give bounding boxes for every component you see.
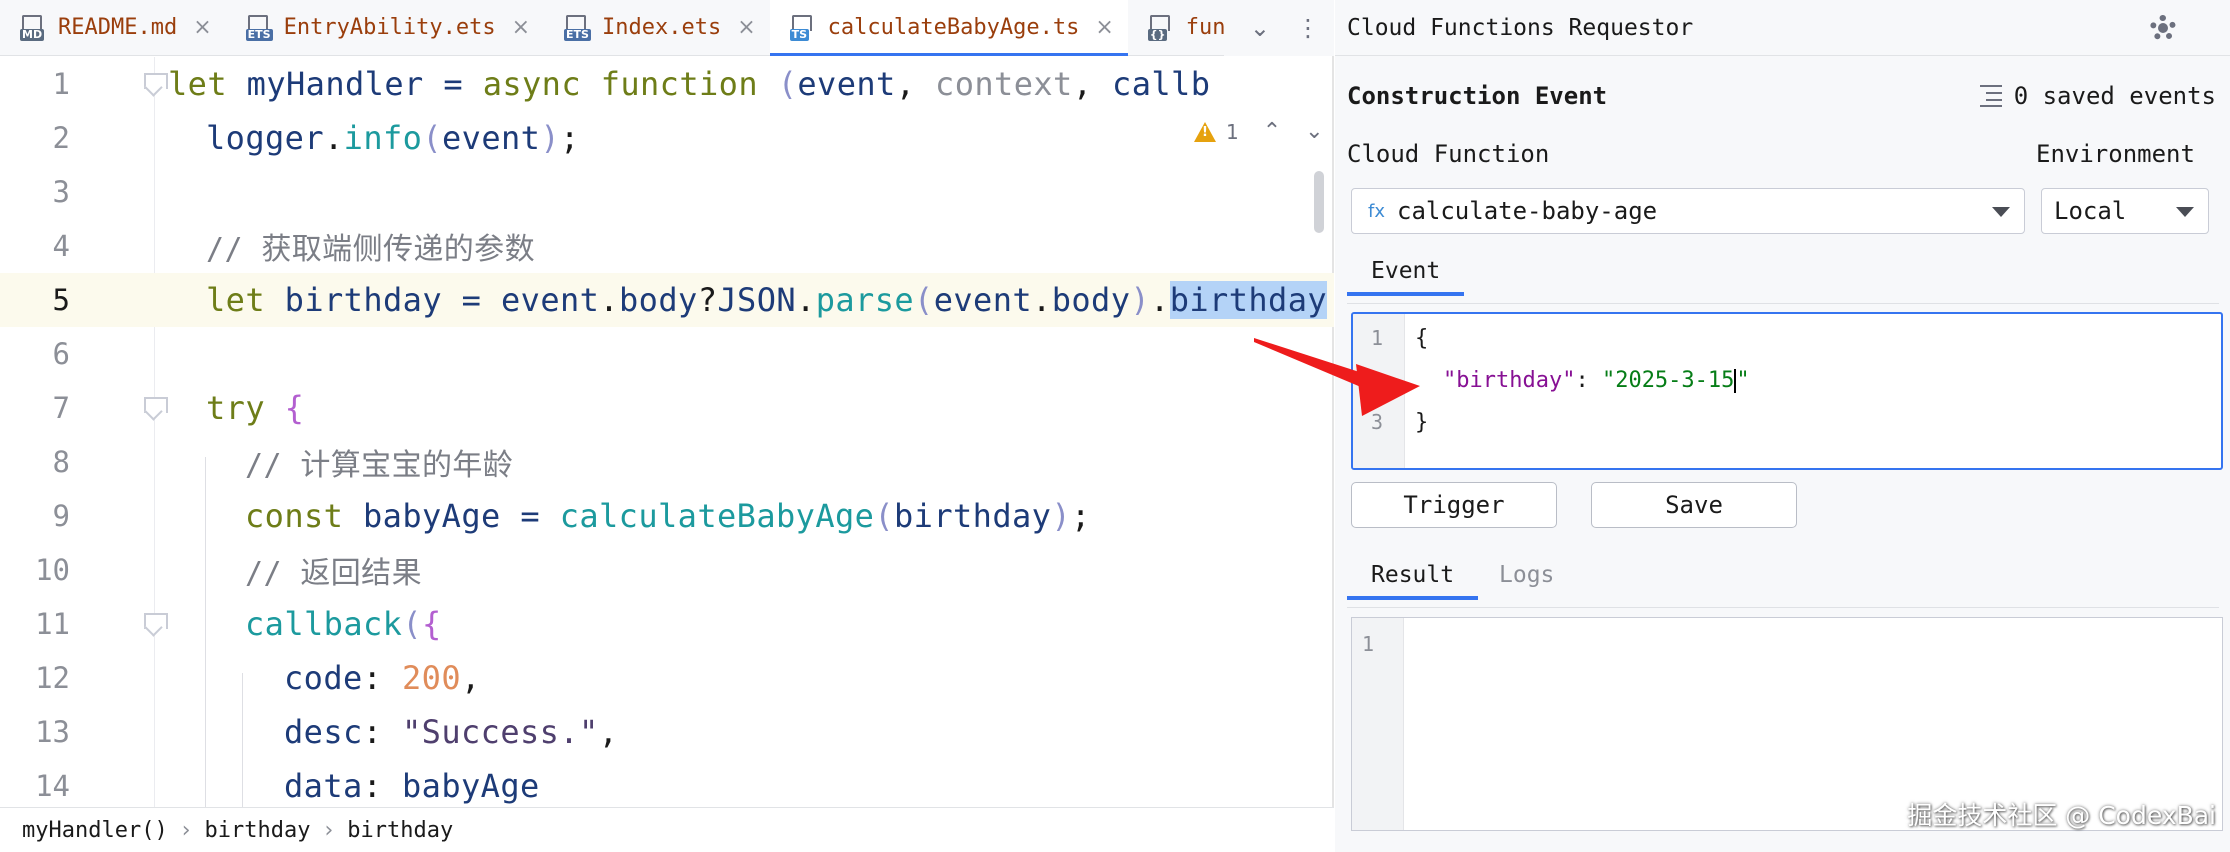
code-line: 13 desc: "Success.", — [0, 705, 1334, 759]
close-icon[interactable]: × — [193, 15, 211, 40]
tab-entryability[interactable]: ETS EntryAbility.ets × — [226, 0, 544, 55]
line-number: 7 — [52, 391, 70, 425]
ets-file-icon: ETS — [564, 14, 591, 41]
breadcrumb: myHandler() › birthday › birthday — [0, 807, 1334, 852]
line-number: 1 — [1362, 632, 1375, 656]
code-line: 12 code: 200, — [0, 651, 1334, 705]
chevron-right-icon: › — [324, 817, 334, 843]
json-file-icon: {} — [1147, 14, 1174, 41]
fold-icon[interactable] — [144, 397, 168, 419]
result-gutter — [1352, 618, 1404, 830]
tab-tools: ⌄ ⋮ — [1223, 0, 1334, 56]
tab-label: calculateBabyAge.ts — [827, 15, 1080, 40]
cloud-functions-panel: Cloud Functions Requestor Construction E… — [1335, 0, 2230, 852]
json-key: "birthday" — [1443, 367, 1576, 393]
chevron-right-icon: › — [181, 817, 191, 843]
gear-icon[interactable] — [2150, 15, 2176, 41]
code-line: 14 data: babyAge — [0, 759, 1334, 807]
function-icon: fx — [1368, 200, 1385, 222]
watermark: 掘金技术社区 @ CodexBai — [1907, 801, 2216, 830]
close-icon[interactable]: × — [1095, 15, 1113, 40]
line-number: 8 — [52, 445, 70, 479]
line-number: 6 — [52, 337, 70, 371]
code-comment: // 获取端侧传递的参数 — [206, 232, 535, 267]
cloud-function-select[interactable]: fx calculate-baby-age — [1351, 188, 2025, 234]
line-number: 12 — [35, 661, 70, 695]
code-line: 1 let myHandler = async function (event,… — [0, 57, 1334, 111]
line-number: 10 — [35, 553, 70, 587]
code-line: 11 callback({ — [0, 597, 1334, 651]
tab-calculatebabyage[interactable]: TS calculateBabyAge.ts × — [769, 0, 1128, 56]
code-line: 7 try { — [0, 381, 1334, 435]
ets-file-icon: ETS — [245, 14, 273, 41]
panel-header: Cloud Functions Requestor — [1335, 0, 2230, 56]
markdown-file-icon: MD — [20, 14, 46, 41]
code-line: 2 logger.info(event); — [0, 111, 1334, 165]
code-line: 4 // 获取端侧传递的参数 — [0, 219, 1334, 273]
code-area[interactable]: 1 let myHandler = async function (event,… — [0, 57, 1334, 807]
cloud-function-value: calculate-baby-age — [1397, 197, 1658, 225]
line-number: 11 — [35, 607, 70, 641]
panel-title: Cloud Functions Requestor — [1347, 14, 1694, 41]
tab-label: Index.ets — [602, 15, 722, 40]
tab-label: README.md — [58, 15, 178, 40]
environment-select[interactable]: Local — [2041, 188, 2209, 234]
close-icon[interactable]: × — [512, 15, 530, 40]
typescript-file-icon: TS — [789, 14, 816, 41]
trigger-button[interactable]: Trigger — [1351, 482, 1557, 528]
code-line: 3 — [0, 165, 1334, 219]
line-number: 9 — [52, 499, 70, 533]
saved-events[interactable]: 0 saved events — [1974, 82, 2216, 110]
line-number: 4 — [52, 229, 70, 263]
tab-readme[interactable]: MD README.md × — [0, 0, 226, 55]
code-comment: // 计算宝宝的年龄 — [245, 448, 514, 483]
more-vertical-icon[interactable]: ⋮ — [1296, 14, 1320, 42]
cloud-function-label: Cloud Function — [1347, 140, 1550, 168]
code-comment: // 返回结果 — [245, 556, 422, 591]
chevron-down-icon — [2176, 207, 2194, 217]
breadcrumb-item[interactable]: birthday — [205, 818, 311, 843]
saved-list-icon — [1974, 85, 2002, 107]
close-icon[interactable]: × — [737, 15, 755, 40]
environment-label: Environment — [2036, 140, 2195, 168]
code-line: 10 // 返回结果 — [0, 543, 1334, 597]
code-number-literal: 200 — [402, 659, 462, 697]
breadcrumb-item[interactable]: birthday — [347, 818, 453, 843]
event-json-editor[interactable]: 1 { 2 "birthday": "2025-3-15" 3 } — [1351, 312, 2223, 470]
section-title: Construction Event — [1347, 82, 1608, 110]
save-button[interactable]: Save — [1591, 482, 1797, 528]
code-string-literal: "Success." — [402, 713, 599, 751]
fold-icon[interactable] — [144, 73, 168, 95]
tab-logs[interactable]: Logs — [1499, 562, 1554, 588]
code-editor: MD README.md × ETS EntryAbility.ets × ET… — [0, 0, 1334, 852]
code-line-current: 5 let birthday = event.body?JSON.parse(e… — [0, 273, 1334, 327]
tab-index[interactable]: ETS Index.ets × — [544, 0, 770, 55]
code-line: 6 — [0, 327, 1334, 381]
code-line: 8 // 计算宝宝的年龄 — [0, 435, 1334, 489]
chevron-down-icon[interactable]: ⌄ — [1250, 14, 1270, 42]
line-number: 5 — [52, 283, 70, 317]
line-number: 13 — [35, 715, 70, 749]
line-number: 14 — [35, 769, 70, 803]
breadcrumb-item[interactable]: myHandler() — [22, 818, 168, 843]
saved-events-label: 0 saved events — [2013, 82, 2216, 110]
json-value: "2025-3-15 — [1601, 367, 1735, 393]
line-number: 3 — [52, 175, 70, 209]
code-line: 9 const babyAge = calculateBabyAge(birth… — [0, 489, 1334, 543]
environment-value: Local — [2054, 197, 2127, 225]
chevron-down-icon — [1992, 207, 2010, 217]
fold-icon[interactable] — [144, 613, 168, 635]
tab-label: EntryAbility.ets — [283, 15, 496, 40]
tab-result[interactable]: Result — [1346, 562, 1479, 600]
line-number: 1 — [52, 67, 70, 101]
line-number: 2 — [52, 121, 70, 155]
tab-event[interactable]: Event — [1346, 258, 1465, 296]
editor-tab-bar: MD README.md × ETS EntryAbility.ets × ET… — [0, 0, 1334, 56]
